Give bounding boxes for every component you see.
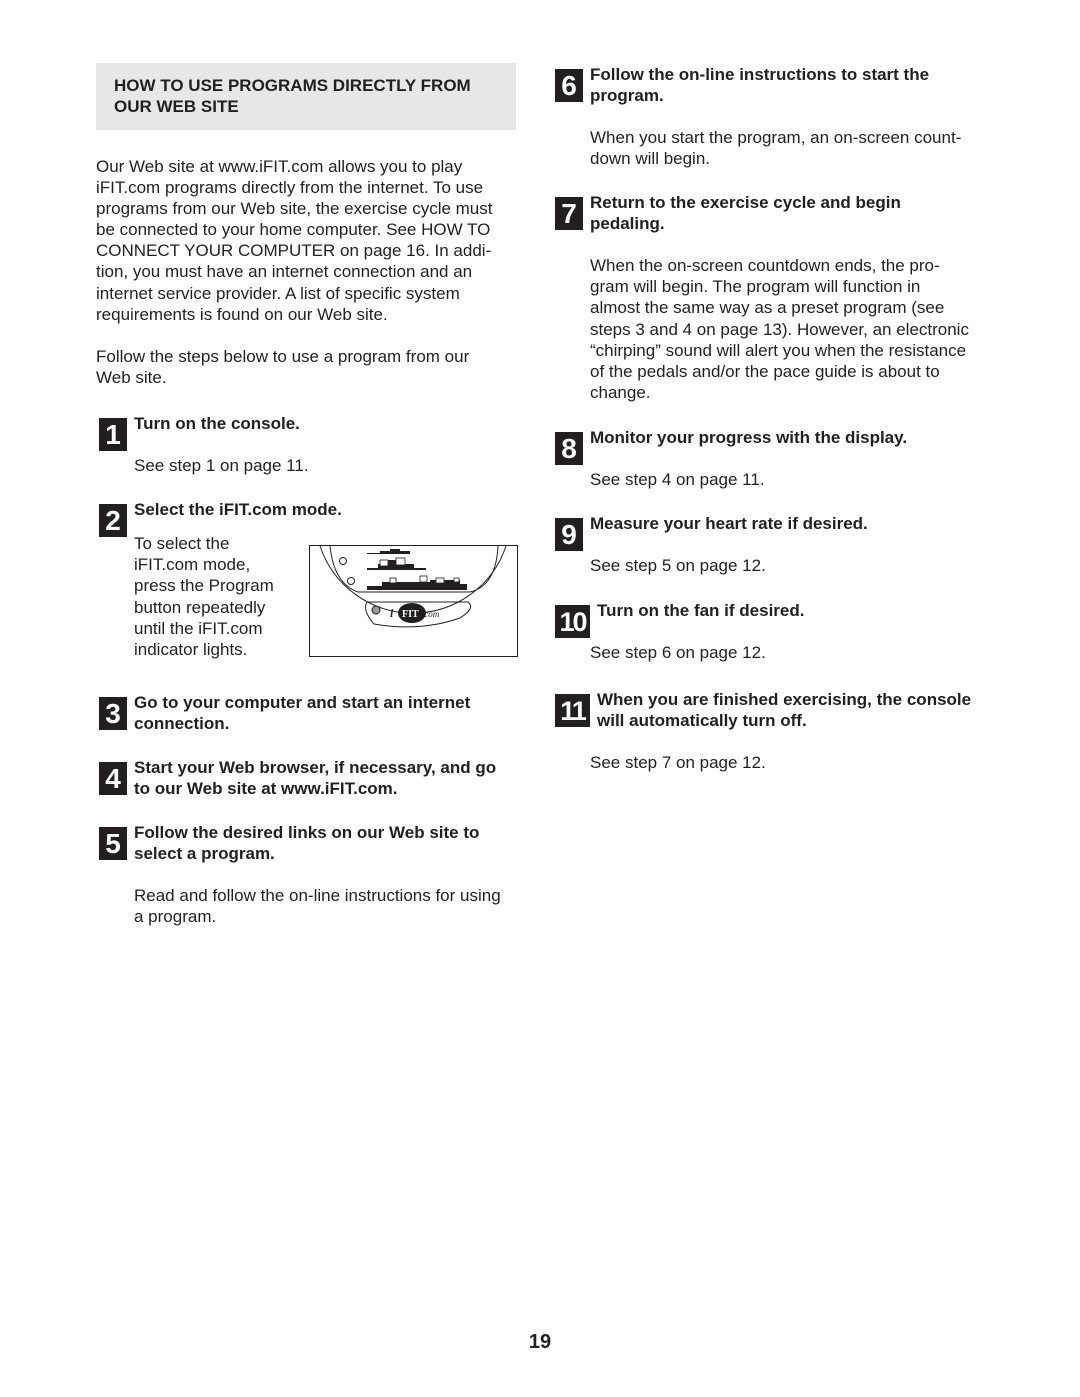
ifit-logo-i: i: [390, 606, 394, 620]
intro-paragraph-2: Follow the steps below to use a program …: [96, 346, 520, 388]
step-title: Return to the exercise cycle and begin p…: [590, 192, 969, 234]
step-body: See step 1 on page 11.: [134, 455, 309, 476]
ifit-indicator-led-icon: [371, 605, 381, 615]
text-line: to our Web site at www.iFIT.com.: [134, 779, 398, 798]
text-line: See step 4 on page 11.: [590, 470, 765, 489]
left-column: HOW TO USE PROGRAMS DIRECTLY FROM OUR WE…: [96, 63, 520, 388]
step-title: Follow the desired links on our Web site…: [134, 822, 501, 864]
profile-bar-icon: [367, 580, 467, 590]
indicator-led-icon: [339, 557, 347, 565]
text-line: pedaling.: [590, 214, 665, 233]
console-drawing: i FIT .com: [319, 545, 507, 628]
step-title: Start your Web browser, if necessary, an…: [134, 757, 496, 799]
console-illustration: i FIT .com: [309, 545, 518, 657]
step-number-badge: 5: [99, 827, 127, 860]
section-title-line: HOW TO USE PROGRAMS DIRECTLY FROM: [114, 76, 471, 95]
text-line: programs from our Web site, the exercise…: [96, 199, 493, 219]
step-body: See step 4 on page 11.: [590, 469, 907, 490]
step-body: When you start the program, an on-screen…: [590, 127, 961, 169]
ifit-logo-fit: FIT: [402, 609, 419, 620]
text-line: gram will begin. The program will functi…: [590, 277, 921, 297]
text-line: When the on-screen countdown ends, the p…: [590, 256, 940, 275]
text-line: select a program.: [134, 844, 275, 863]
text-line: Web site.: [96, 367, 167, 387]
text-line: When you are finished exercising, the co…: [597, 690, 972, 709]
text-line: of the pedals and/or the pace guide is a…: [590, 362, 940, 382]
text-line: tion, you must have an internet connecti…: [96, 262, 473, 282]
text-line: Our Web site at www.iFIT.com allows you …: [96, 157, 463, 176]
text-line: See step 1 on page 11.: [134, 456, 309, 475]
step-body: Read and follow the on-line instructions…: [134, 885, 501, 927]
text-line: program.: [590, 86, 664, 105]
step-title: Monitor your progress with the display.: [590, 427, 907, 448]
text-line: Follow the steps below to use a program …: [96, 346, 470, 366]
step-number-badge: 8: [555, 432, 583, 465]
ifit-logo-com: .com: [422, 609, 440, 619]
text-line: a program.: [134, 907, 217, 927]
step-number-badge: 2: [99, 504, 127, 537]
text-line: Return to the exercise cycle and begin: [590, 193, 901, 212]
indicator-led-icon: [347, 577, 355, 585]
text-line: When you start the program, an on-screen…: [590, 128, 962, 147]
step-title: Turn on the console.: [134, 413, 309, 434]
step-number-badge: 1: [99, 418, 127, 451]
text-line: down will begin.: [590, 149, 711, 169]
step-title: Select the iFIT.com mode.: [134, 499, 342, 520]
step-body: When the on-screen countdown ends, the p…: [590, 255, 969, 403]
intro-paragraph: Our Web site at www.iFIT.com allows you …: [96, 156, 520, 325]
text-line: iFIT.com programs directly from the inte…: [96, 178, 484, 198]
text-line: internet service provider. A list of spe…: [96, 283, 460, 303]
text-line: Select the iFIT.com mode.: [134, 500, 342, 519]
step-body: See step 7 on page 12.: [590, 752, 766, 773]
step-number-badge: 6: [555, 69, 583, 102]
text-line: will automatically turn off.: [597, 711, 807, 730]
text-line: See step 7 on page 12.: [590, 753, 766, 772]
text-line: Start your Web browser, if necessary, an…: [134, 758, 497, 777]
text-line: almost the same way as a preset program …: [590, 298, 945, 318]
text-line: change.: [590, 383, 651, 403]
step-number-badge: 11: [555, 694, 590, 727]
text-line: Follow the on-line instructions to start…: [590, 65, 930, 84]
section-header: HOW TO USE PROGRAMS DIRECTLY FROM OUR WE…: [96, 63, 516, 130]
text-line: Turn on the console.: [134, 414, 300, 433]
text-line: Monitor your progress with the display.: [590, 428, 908, 447]
step-body: See step 5 on page 12.: [590, 555, 868, 576]
text-line: Measure your heart rate if desired.: [590, 514, 868, 533]
profile-bar-icon: [367, 549, 410, 554]
step-title: Turn on the fan if desired.: [597, 600, 804, 621]
step-number-badge: 9: [555, 518, 583, 551]
text-line: Turn on the fan if desired.: [597, 601, 805, 620]
text-line: “chirping” sound will alert you when the…: [590, 340, 967, 360]
step-body: See step 6 on page 12.: [590, 642, 766, 663]
section-title-line: OUR WEB SITE: [114, 97, 239, 116]
text-line: See step 6 on page 12.: [590, 643, 766, 662]
step-title: Go to your computer and start an interne…: [134, 692, 470, 734]
text-line: requirements is found on our Web site.: [96, 304, 388, 324]
step-title: Measure your heart rate if desired.: [590, 513, 868, 534]
step-number-badge: 4: [99, 762, 127, 795]
text-line: steps 3 and 4 on page 13). However, an e…: [590, 319, 969, 339]
text-line: CONNECT YOUR COMPUTER on page 16. In add…: [96, 241, 492, 261]
step-number-badge: 7: [555, 197, 583, 230]
text-line: Read and follow the on-line instructions…: [134, 886, 501, 905]
step-title: When you are finished exercising, the co…: [597, 689, 971, 731]
text-line: connection.: [134, 714, 230, 733]
page-number: 19: [528, 1331, 552, 1353]
text-line: be connected to your home computer. See …: [96, 220, 491, 240]
step-number-badge: 3: [99, 697, 127, 730]
text-line: Go to your computer and start an interne…: [134, 693, 471, 712]
text-line: See step 5 on page 12.: [590, 556, 766, 575]
text-line: Follow the desired links on our Web site…: [134, 823, 480, 842]
step-title: Follow the on-line instructions to start…: [590, 64, 961, 106]
step-number-badge: 10: [555, 605, 590, 638]
